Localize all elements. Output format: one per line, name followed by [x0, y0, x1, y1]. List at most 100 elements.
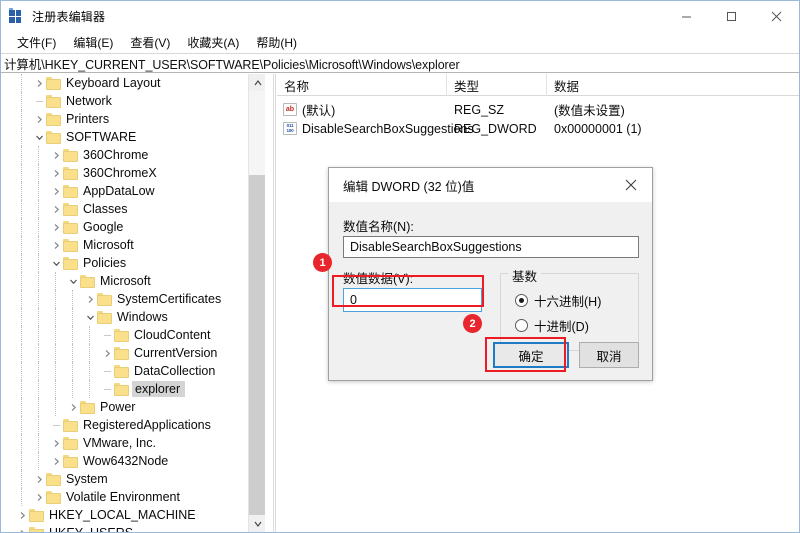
tree-guide-line: [38, 200, 39, 218]
column-header-type[interactable]: 类型: [447, 74, 547, 96]
tree-guide-line: [38, 344, 39, 362]
tree-item-label: Keyboard Layout: [66, 76, 161, 90]
value-data-cell: (数值未设置): [554, 104, 625, 118]
tree-guide-line: [38, 164, 39, 182]
chevron-right-icon[interactable]: [49, 164, 63, 182]
scroll-track-upper[interactable]: [249, 91, 265, 175]
minimize-icon[interactable]: [664, 1, 709, 31]
chevron-right-icon[interactable]: [32, 470, 46, 488]
folder-icon: [63, 238, 78, 252]
chevron-right-icon[interactable]: [49, 146, 63, 164]
tree-item-hkey-users[interactable]: HKEY_USERS: [1, 524, 265, 532]
tree-guide-line: [21, 434, 22, 452]
folder-icon: [114, 346, 129, 360]
address-bar[interactable]: 计算机\HKEY_CURRENT_USER\SOFTWARE\Policies\…: [1, 53, 799, 73]
scroll-up-icon[interactable]: [249, 74, 265, 91]
tree-item-label: AppDataLow: [83, 184, 155, 198]
tree-item-power[interactable]: Power: [1, 398, 265, 416]
tree-item-software[interactable]: SOFTWARE: [1, 128, 265, 146]
chevron-down-icon[interactable]: [66, 272, 80, 290]
tree-item-360chrome[interactable]: 360Chrome: [1, 146, 265, 164]
radio-indicator: [515, 319, 528, 332]
chevron-down-icon[interactable]: [32, 128, 46, 146]
folder-icon: [46, 130, 61, 144]
tree-item-360chromex[interactable]: 360ChromeX: [1, 164, 265, 182]
tree-item-microsoft[interactable]: Microsoft: [1, 272, 265, 290]
folder-icon: [46, 112, 61, 126]
tree-item-keyboard-layout[interactable]: Keyboard Layout: [1, 74, 265, 92]
folder-icon: [63, 418, 78, 432]
value-data-input[interactable]: 0: [343, 288, 482, 312]
tree-item-systemcertificates[interactable]: SystemCertificates: [1, 290, 265, 308]
tree-scrollbar[interactable]: [248, 74, 265, 532]
menubar: 文件(F) 编辑(E) 查看(V) 收藏夹(A) 帮助(H): [1, 31, 799, 53]
table-row[interactable]: 011 100 DisableSearchBoxSuggestions REG_D…: [277, 119, 799, 138]
chevron-right-icon[interactable]: [49, 434, 63, 452]
tree-guide-line: [38, 272, 39, 290]
chevron-down-icon[interactable]: [83, 308, 97, 326]
menu-edit[interactable]: 编辑(E): [65, 32, 122, 53]
radio-decimal[interactable]: 十进制(D): [515, 316, 589, 335]
folder-icon: [63, 220, 78, 234]
menu-file[interactable]: 文件(F): [9, 32, 65, 53]
chevron-right-icon[interactable]: [49, 218, 63, 236]
chevron-right-icon[interactable]: [66, 398, 80, 416]
menu-help[interactable]: 帮助(H): [248, 32, 306, 53]
chevron-down-icon[interactable]: [49, 254, 63, 272]
tree-item-wow6432node[interactable]: Wow6432Node: [1, 452, 265, 470]
tree-item-currentversion[interactable]: CurrentVersion: [1, 344, 265, 362]
tree-item-system[interactable]: System: [1, 470, 265, 488]
tree-guide-line: [21, 254, 22, 272]
tree-item-network[interactable]: Network: [1, 92, 265, 110]
chevron-right-icon[interactable]: [49, 182, 63, 200]
tree-item-vmware-inc[interactable]: VMware, Inc.: [1, 434, 265, 452]
cancel-button[interactable]: 取消: [579, 342, 639, 368]
close-icon[interactable]: [754, 1, 799, 31]
chevron-right-icon[interactable]: [32, 110, 46, 128]
tree-item-label: Power: [100, 400, 136, 414]
tree-item-label: Wow6432Node: [83, 454, 169, 468]
tree-item-volatile-environment[interactable]: Volatile Environment: [1, 488, 265, 506]
folder-icon: [63, 184, 78, 198]
tree-item-appdatalow[interactable]: AppDataLow: [1, 182, 265, 200]
chevron-right-icon[interactable]: [32, 74, 46, 92]
tree-item-microsoft[interactable]: Microsoft: [1, 236, 265, 254]
tree-item-classes[interactable]: Classes: [1, 200, 265, 218]
chevron-right-icon[interactable]: [49, 452, 63, 470]
chevron-right-icon[interactable]: [15, 524, 29, 532]
tree-item-explorer[interactable]: explorer: [1, 380, 265, 398]
value-name-input[interactable]: DisableSearchBoxSuggestions: [343, 236, 639, 258]
tree-item-registeredapplications[interactable]: RegisteredApplications: [1, 416, 265, 434]
tree-item-cloudcontent[interactable]: CloudContent: [1, 326, 265, 344]
scroll-thumb[interactable]: [249, 175, 265, 515]
chevron-right-icon[interactable]: [100, 344, 114, 362]
chevron-right-icon[interactable]: [15, 506, 29, 524]
chevron-right-icon[interactable]: [49, 236, 63, 254]
column-header-data[interactable]: 数据: [547, 74, 799, 96]
close-icon[interactable]: [610, 168, 652, 202]
radio-hexadecimal[interactable]: 十六进制(H): [515, 291, 601, 310]
chevron-right-icon[interactable]: [32, 488, 46, 506]
tree-item-policies[interactable]: Policies: [1, 254, 265, 272]
ok-button[interactable]: 确定: [493, 342, 569, 368]
tree-guide-line: [55, 290, 56, 308]
menu-favorites[interactable]: 收藏夹(A): [179, 32, 248, 53]
chevron-right-icon[interactable]: [83, 290, 97, 308]
tree-item-hkey-local-machine[interactable]: HKEY_LOCAL_MACHINE: [1, 506, 265, 524]
tree-item-datacollection[interactable]: DataCollection: [1, 362, 265, 380]
tree-item-label: Google: [83, 220, 124, 234]
chevron-right-icon[interactable]: [49, 200, 63, 218]
pane-splitter[interactable]: [273, 74, 276, 532]
menu-view[interactable]: 查看(V): [122, 32, 179, 53]
list-body: ab (默认) REG_SZ (数值未设置) 011 100 DisableSea…: [277, 100, 799, 138]
tree-guide-line: [21, 326, 22, 344]
scroll-down-icon[interactable]: [249, 515, 265, 532]
tree-guide-line: [72, 362, 73, 380]
table-row[interactable]: ab (默认) REG_SZ (数值未设置): [277, 100, 799, 119]
tree-item-printers[interactable]: Printers: [1, 110, 265, 128]
tree-item-google[interactable]: Google: [1, 218, 265, 236]
column-header-name[interactable]: 名称: [277, 74, 447, 96]
address-path: 计算机\HKEY_CURRENT_USER\SOFTWARE\Policies\…: [4, 57, 460, 72]
maximize-icon[interactable]: [709, 1, 754, 31]
tree-item-windows[interactable]: Windows: [1, 308, 265, 326]
